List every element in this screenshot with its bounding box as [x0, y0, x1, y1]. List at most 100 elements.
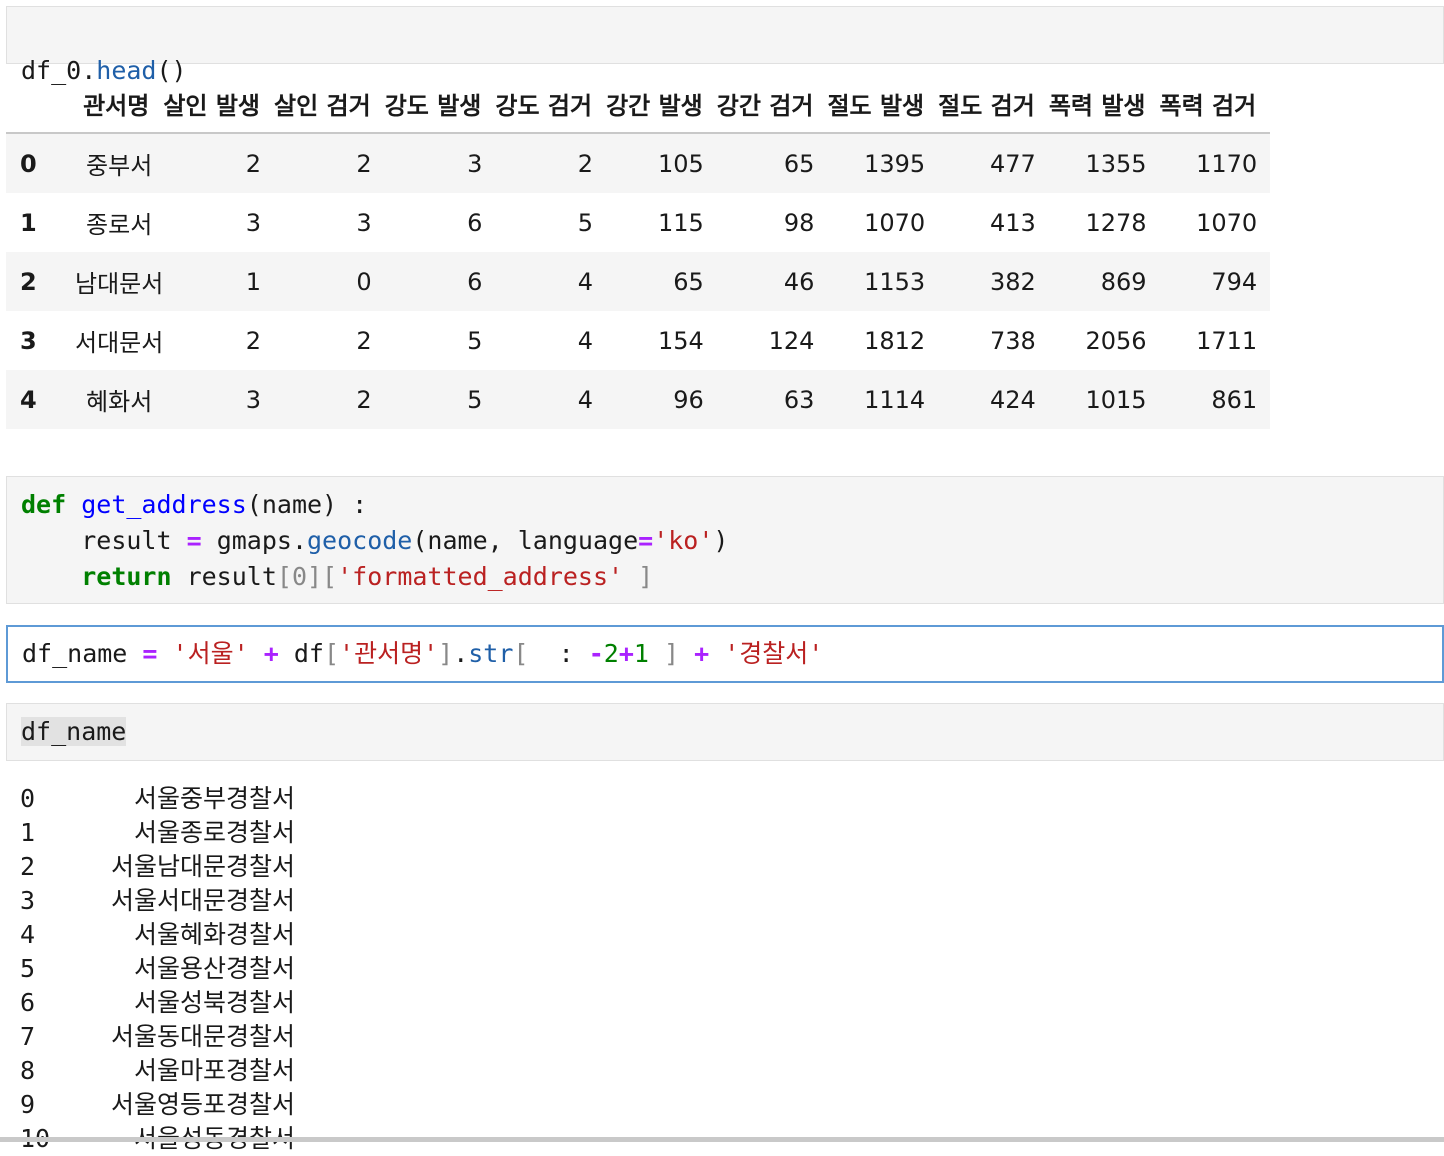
horizontal-scrollbar[interactable]: [0, 1137, 1444, 1142]
table-cell: 65: [783, 149, 815, 178]
station-name-cell: 서대문서: [75, 329, 164, 357]
number-literal: 2: [603, 639, 619, 668]
station-name-cell: 남대문서: [75, 270, 164, 298]
index-header: [6, 74, 75, 134]
series-index: 6: [20, 988, 36, 1017]
list-item: 4 서울혜화경찰서: [20, 918, 295, 952]
operator: =: [186, 526, 202, 555]
table-cell: 98: [783, 208, 815, 237]
column-header: 강도 검거: [495, 74, 607, 134]
series-value: 서울영등포경찰서: [110, 1090, 295, 1119]
table-cell: 96: [673, 385, 704, 414]
table-cell: 2: [356, 326, 372, 355]
list-item: 1 서울종로경찰서: [20, 816, 295, 850]
operator: =: [142, 639, 158, 668]
code-cell-head[interactable]: df_0.head(): [6, 6, 1444, 85]
table-cell: 413: [990, 208, 1036, 237]
code-cell-df-name-display[interactable]: df_name: [6, 703, 1444, 761]
code-text: .: [453, 639, 469, 668]
index-bracket: [0]: [276, 562, 323, 591]
row-index: 4: [20, 385, 37, 414]
series-index: 4: [20, 920, 36, 949]
code-text: result: [171, 562, 277, 591]
table-cell: 738: [990, 326, 1036, 355]
table-cell: 5: [467, 326, 483, 355]
code-line: result = gmaps.geocode(name, language='k…: [21, 526, 728, 555]
row-index: 3: [20, 326, 37, 355]
series-index: 9: [20, 1090, 36, 1119]
code-line: return result[0]['formatted_address' ]: [21, 562, 653, 591]
table-cell: 2: [245, 149, 262, 178]
table-cell: 3: [245, 385, 262, 414]
string-literal: '관서명': [339, 639, 439, 668]
list-item: 9 서울영등포경찰서: [20, 1088, 295, 1122]
bracket: [: [323, 639, 340, 668]
table-cell: 382: [990, 267, 1036, 296]
operator: +: [263, 639, 279, 668]
bracket: ]: [623, 562, 654, 591]
column-header: 살인 발생: [163, 74, 275, 134]
series-index: 0: [20, 784, 36, 813]
column-header: 폭력 발생: [1048, 74, 1160, 134]
station-name-cell: 혜화서: [86, 388, 153, 416]
bracket: ]: [648, 639, 680, 668]
series-index: 1: [20, 818, 36, 847]
column-header: 폭력 검거: [1159, 74, 1271, 134]
table-cell: 1170: [1196, 149, 1258, 178]
code-text: :: [528, 639, 574, 668]
table-cell: 2: [577, 149, 594, 178]
string-literal: '경찰서': [724, 639, 824, 668]
list-item: 6 서울성북경찰서: [20, 986, 295, 1020]
table-cell: 2: [245, 326, 262, 355]
table-cell: 869: [1100, 267, 1147, 296]
column-header: 강간 검거: [716, 74, 828, 134]
series-value: 서울용산경찰서: [133, 954, 295, 983]
table-cell: 424: [990, 385, 1036, 414]
table-row: 1 종로서 3 3 6 5 115 98 1070 413 1278 1070: [6, 193, 1270, 252]
row-index: 2: [20, 267, 37, 296]
code-text: gmaps.: [201, 526, 307, 555]
row-index: 0: [20, 149, 37, 178]
code-cell-df-name[interactable]: df_name = '서울' + df['관서명'].str[ : -2+1 ]…: [6, 625, 1444, 683]
code-text: ): [713, 526, 729, 555]
code-text: result: [81, 526, 187, 555]
table-cell: 2: [356, 149, 372, 178]
method-name: geocode: [307, 526, 413, 555]
series-value: 서울혜화경찰서: [133, 920, 295, 949]
code-text: (name, language: [412, 526, 639, 555]
column-header: 관서명: [75, 74, 164, 134]
table-cell: 3: [356, 208, 372, 237]
series-value: 서울동대문경찰서: [110, 1022, 295, 1051]
table-cell: 124: [768, 326, 815, 355]
list-item: 2 서울남대문경찰서: [20, 850, 295, 884]
function-name: get_address: [81, 490, 247, 519]
column-header: 절도 발생: [827, 74, 939, 134]
code-cell-get-address[interactable]: def get_address(name) : result = gmaps.g…: [6, 476, 1444, 604]
row-index: 1: [20, 208, 37, 237]
series-index: 7: [20, 1022, 36, 1051]
table-cell: 6: [467, 208, 483, 237]
table-row: 2 남대문서 1 0 6 4 65 46 1153 382 869 794: [6, 252, 1271, 311]
series-index: 5: [20, 954, 36, 983]
table-cell: 46: [783, 267, 815, 296]
column-header: 강도 발생: [384, 74, 496, 134]
code-text: df_name: [21, 717, 127, 746]
station-name-cell: 종로서: [86, 211, 153, 239]
keyword-return: return: [81, 562, 172, 591]
table-cell: 1278: [1085, 208, 1147, 237]
table-cell: 2056: [1085, 326, 1147, 355]
list-item: 0 서울중부경찰서: [20, 782, 295, 816]
operator: =: [638, 526, 654, 555]
bracket: [: [513, 639, 529, 668]
operator: +: [694, 639, 710, 668]
attribute-name: str: [468, 639, 514, 668]
code-line: def get_address(name) :: [21, 490, 367, 519]
table-cell: 115: [657, 208, 704, 237]
table-cell: 0: [356, 267, 372, 296]
table-cell: 105: [657, 149, 704, 178]
table-row: 0 중부서 2 2 3 2 105 65 1395 477 1355 1170: [6, 133, 1271, 193]
table-cell: 1: [245, 267, 262, 296]
operator: +: [618, 639, 634, 668]
table-cell: 1355: [1085, 149, 1147, 178]
table-cell: 4: [577, 267, 594, 296]
